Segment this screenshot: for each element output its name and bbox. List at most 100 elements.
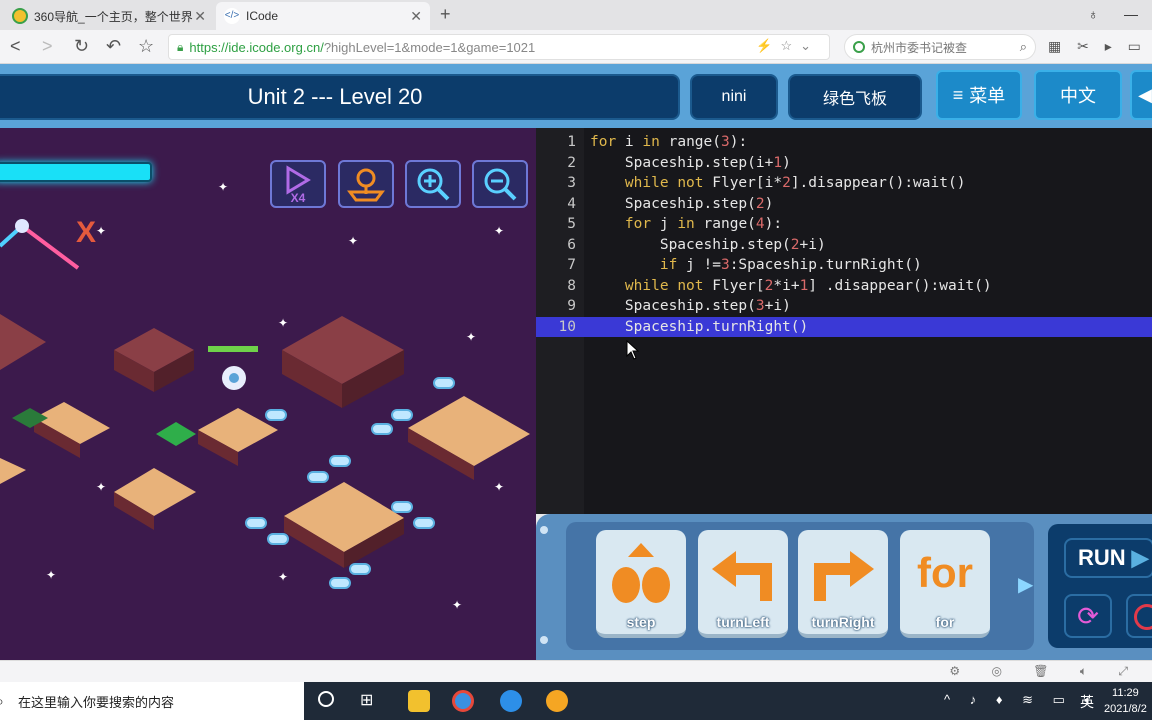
turn-right-icon: [798, 538, 888, 608]
star-icon: ✦: [466, 330, 477, 344]
block-for[interactable]: for for: [900, 530, 990, 638]
laser-beam: [20, 224, 80, 270]
status-icons[interactable]: ⚙ ◎ 🗑︎ 🔈︎ ⤢: [949, 664, 1142, 679]
run-panel: RUN ▶ ⟳: [1048, 524, 1152, 648]
star-icon: ✦: [96, 480, 107, 494]
run-label: RUN: [1078, 545, 1126, 570]
code-text[interactable]: Spaceship.turnRight(): [590, 317, 808, 338]
url-input[interactable]: 🔒︎ https://ide.icode.org.cn/ ?highLevel=…: [168, 34, 830, 60]
line-number: 1: [567, 134, 576, 150]
user-button[interactable]: nini: [690, 74, 778, 120]
url-actions[interactable]: ⚡☆⌄: [756, 38, 819, 54]
for-icon: for: [917, 549, 973, 596]
code-text[interactable]: if j !=3:Spaceship.turnRight(): [590, 255, 922, 276]
code-text[interactable]: Spaceship.step(2): [590, 194, 773, 215]
browser-icon[interactable]: [452, 690, 474, 712]
system-tray[interactable]: ^ ♪ ♦ ≋ ▭ 🔈︎: [944, 692, 1100, 708]
code-line[interactable]: 1 for i in range(3):: [536, 132, 1152, 153]
code-text[interactable]: Spaceship.step(i+1): [590, 153, 791, 174]
code-line[interactable]: 2 Spaceship.step(i+1): [536, 153, 1152, 174]
step-icon: [596, 538, 686, 608]
close-tab-icon[interactable]: ✕: [194, 8, 206, 25]
code-text[interactable]: while not Flyer[i*2].disappear():wait(): [590, 173, 966, 194]
tab-label: 360导航_一个主页，整个世界: [34, 9, 193, 24]
game-canvas[interactable]: X4 X ✦ ✦ ✦ ✦ ✦ ✦ ✦ ✦ ✦ ✦ ✦: [0, 128, 536, 660]
star-icon[interactable]: ☆: [138, 36, 154, 57]
code-line[interactable]: 9 Spaceship.step(3+i): [536, 296, 1152, 317]
block-label: for: [935, 614, 955, 630]
code-line[interactable]: 5 for j in range(4):: [536, 214, 1152, 235]
block-step[interactable]: step: [596, 530, 686, 638]
url-host: https://ide.icode.org.cn/: [189, 39, 324, 55]
ship-button[interactable]: 绿色飞板: [788, 74, 922, 120]
code-line[interactable]: 7 if j !=3:Spaceship.turnRight(): [536, 255, 1152, 276]
reset-button[interactable]: ⟳: [1064, 594, 1112, 638]
collapse-button[interactable]: ◀: [1130, 70, 1152, 120]
star-icon: ✦: [452, 598, 463, 612]
clock-time: 11:29: [1112, 687, 1139, 699]
dock-dot: [540, 636, 548, 644]
close-tab-icon[interactable]: ✕: [410, 8, 422, 25]
taskbar-search-input[interactable]: ⌕ 在这里输入你要搜索的内容: [0, 682, 304, 720]
back-icon[interactable]: <: [10, 36, 21, 57]
code-editor[interactable]: 1 for i in range(3): 2 Spaceship.step(i+1)…: [536, 128, 1152, 514]
code-icon: </>: [224, 8, 240, 24]
reload-icon[interactable]: ↻: [74, 36, 89, 57]
new-tab-button[interactable]: +: [440, 4, 451, 25]
line-number: 9: [567, 298, 576, 314]
tab-label: ICode: [246, 9, 279, 23]
tab-360-nav[interactable]: 360导航_一个主页，整个世界 ✕: [4, 2, 214, 30]
reset-icon: ⟳: [1077, 600, 1099, 631]
undo-icon[interactable]: ↶: [106, 36, 121, 57]
menu-label: 菜单: [969, 86, 1006, 106]
mouse-cursor-icon: [626, 340, 640, 360]
minimize-icon[interactable]: —: [1124, 6, 1138, 22]
forward-icon[interactable]: >: [42, 36, 53, 57]
stop-button[interactable]: [1126, 594, 1152, 638]
search-icon[interactable]: ⌕: [1020, 39, 1027, 55]
line-number: 10: [558, 318, 576, 335]
level-title: Unit 2 --- Level 20: [0, 74, 680, 120]
scroll-right-icon[interactable]: ▶: [1018, 572, 1033, 597]
code-text[interactable]: for j in range(4):: [590, 214, 782, 235]
turn-left-icon: [698, 538, 788, 608]
code-text[interactable]: while not Flyer[2*i+1] .disappear():wait…: [590, 276, 992, 297]
platforms: [0, 314, 530, 568]
code-text[interactable]: for i in range(3):: [590, 132, 747, 153]
code-line[interactable]: 3 while not Flyer[i*2].disappear():wait(…: [536, 173, 1152, 194]
file-explorer-icon[interactable]: [408, 690, 430, 712]
switch-tile: [156, 422, 196, 446]
code-line[interactable]: 8 while not Flyer[2*i+1] .disappear():wa…: [536, 276, 1152, 297]
ime-indicator[interactable]: 英: [1080, 692, 1094, 712]
task-view-icon[interactable]: ⊞: [360, 690, 373, 710]
clock[interactable]: 11:29 2021/8/2: [1104, 685, 1147, 717]
code-text[interactable]: Spaceship.step(3+i): [590, 296, 791, 317]
app-icon[interactable]: [546, 690, 568, 712]
app-icon[interactable]: [500, 690, 522, 712]
code-line[interactable]: 10 Spaceship.turnRight(): [536, 316, 1152, 338]
code-text[interactable]: Spaceship.step(2+i): [590, 235, 826, 256]
search-input[interactable]: 杭州市委书记被查 ⌕: [844, 34, 1036, 60]
laser-emitter: [15, 219, 29, 233]
extension-icons[interactable]: ▦ ✂ ▸ ▭: [1048, 38, 1147, 55]
block-turn-right[interactable]: turnRight: [798, 530, 888, 638]
code-line[interactable]: 4 Spaceship.step(2): [536, 194, 1152, 215]
tab-icode[interactable]: </> ICode ✕: [216, 2, 430, 30]
address-bar-row: < > ↻ ↶ ☆ 🔒︎ https://ide.icode.org.cn/ ?…: [0, 30, 1152, 64]
browser-tab-strip: 360导航_一个主页，整个世界 ✕ </> ICode ✕ + ♁ —: [0, 0, 1152, 30]
star-icon: ✦: [494, 480, 505, 494]
star-icon: ✦: [278, 570, 289, 584]
search-icon: ⌕: [0, 693, 4, 710]
fast-forward-icon: ▶: [1131, 545, 1149, 570]
cortana-icon[interactable]: [318, 691, 334, 707]
run-button[interactable]: RUN ▶: [1064, 538, 1152, 578]
menu-icon: ≡: [952, 84, 964, 105]
line-number: 3: [567, 175, 576, 191]
code-line[interactable]: 6 Spaceship.step(2+i): [536, 235, 1152, 256]
block-label: step: [626, 614, 656, 630]
url-query: ?highLevel=1&mode=1&game=1021: [323, 39, 536, 55]
menu-button[interactable]: ≡ 菜单: [936, 70, 1022, 120]
shirt-icon[interactable]: ♁: [1088, 6, 1099, 22]
language-button[interactable]: 中文: [1034, 70, 1122, 120]
block-turn-left[interactable]: turnLeft: [698, 530, 788, 638]
